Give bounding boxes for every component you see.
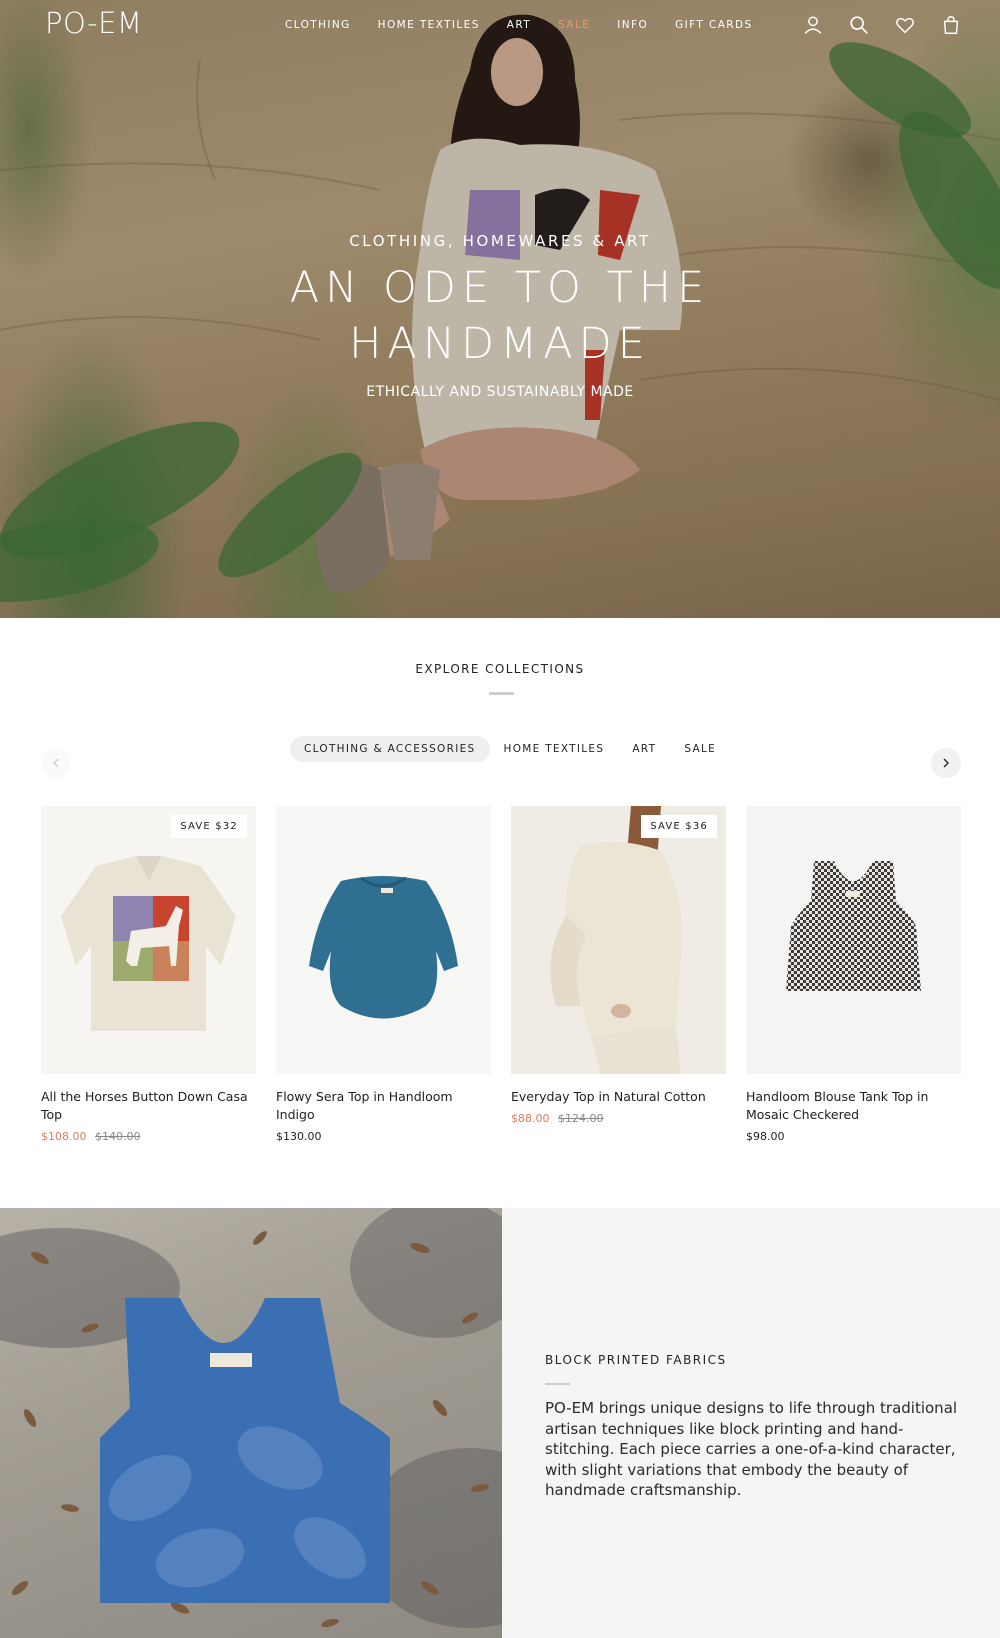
price-row: $108.00 $140.00 — [41, 1130, 256, 1143]
product-name[interactable]: All the Horses Button Down Casa Top — [41, 1088, 251, 1124]
chevron-left-icon — [53, 758, 59, 768]
explore-collections: EXPLORE COLLECTIONS CLOTHING & ACCESSORI… — [0, 618, 1000, 1208]
site-header: PO-EM CLOTHING HOME TEXTILES ART SALE IN… — [0, 0, 1000, 50]
feature-image — [0, 1208, 502, 1638]
product-carousel: SAVE $32 All the Horses Button Down Casa… — [41, 806, 981, 1143]
product-image[interactable] — [746, 806, 961, 1074]
hero-subtitle: ETHICALLY AND SUSTAINABLY MADE — [366, 384, 634, 400]
indigo-top-image — [276, 806, 491, 1074]
compare-price: $124.00 — [558, 1112, 604, 1125]
product-card[interactable]: Handloom Blouse Tank Top in Mosaic Check… — [746, 806, 961, 1143]
save-badge: SAVE $32 — [171, 815, 247, 838]
product-card[interactable]: SAVE $32 All the Horses Button Down Casa… — [41, 806, 256, 1143]
hero-title-line-1: AN ODE TO THE — [289, 263, 711, 313]
feature-block-printed: BLOCK PRINTED FABRICS PO-EM brings uniqu… — [0, 1208, 1000, 1638]
price: $130.00 — [276, 1130, 322, 1143]
account-icon[interactable] — [802, 14, 824, 36]
header-icons — [778, 14, 962, 36]
cart-icon[interactable] — [940, 14, 962, 36]
feature-eyebrow: BLOCK PRINTED FABRICS — [545, 1353, 727, 1367]
site-logo[interactable]: PO-EM — [45, 6, 142, 40]
price-row: $98.00 — [746, 1130, 961, 1143]
main-nav: CLOTHING HOME TEXTILES ART SALE INFO GIF… — [285, 19, 780, 31]
feature-text-panel: BLOCK PRINTED FABRICS PO-EM brings uniqu… — [502, 1208, 1000, 1638]
section-title: EXPLORE COLLECTIONS — [415, 662, 585, 676]
carousel-prev-button[interactable] — [41, 748, 71, 778]
hero-eyebrow: CLOTHING, HOMEWARES & ART — [349, 232, 651, 250]
tab-art[interactable]: ART — [618, 736, 670, 762]
sale-price: $88.00 — [511, 1112, 550, 1125]
natural-cotton-top-image — [511, 806, 726, 1074]
nav-item-clothing[interactable]: CLOTHING — [285, 19, 351, 31]
product-image[interactable]: SAVE $32 — [41, 806, 256, 1074]
product-name[interactable]: Handloom Blouse Tank Top in Mosaic Check… — [746, 1088, 956, 1124]
carousel-next-button[interactable] — [931, 748, 961, 778]
price-row: $88.00 $124.00 — [511, 1112, 726, 1125]
sale-price: $108.00 — [41, 1130, 87, 1143]
product-name[interactable]: Flowy Sera Top in Handloom Indigo — [276, 1088, 486, 1124]
search-icon[interactable] — [848, 14, 870, 36]
save-badge: SAVE $36 — [641, 815, 717, 838]
title-divider — [489, 692, 514, 695]
feature-description: PO-EM brings unique designs to life thro… — [545, 1399, 958, 1499]
hero-text: CLOTHING, HOMEWARES & ART AN ODE TO THE … — [0, 232, 1000, 400]
feature-divider — [545, 1383, 570, 1385]
tab-clothing-accessories[interactable]: CLOTHING & ACCESSORIES — [290, 736, 490, 762]
product-card[interactable]: SAVE $36 Everyday Top in Natural Cotton … — [511, 806, 726, 1143]
product-image[interactable]: SAVE $36 — [511, 806, 726, 1074]
nav-item-info[interactable]: INFO — [617, 19, 648, 31]
tab-home-textiles[interactable]: HOME TEXTILES — [490, 736, 619, 762]
chevron-right-icon — [943, 758, 949, 768]
product-card[interactable]: Flowy Sera Top in Handloom Indigo $130.0… — [276, 806, 491, 1143]
compare-price: $140.00 — [95, 1130, 141, 1143]
price: $98.00 — [746, 1130, 785, 1143]
garment-tag — [210, 1353, 252, 1367]
hero-title-line-2: HANDMADE — [349, 319, 651, 369]
nav-item-gift-cards[interactable]: GIFT CARDS — [675, 19, 752, 31]
nav-item-art[interactable]: ART — [507, 19, 531, 31]
tab-sale[interactable]: SALE — [670, 736, 730, 762]
heart-icon[interactable] — [894, 14, 916, 36]
hero-title: AN ODE TO THE HANDMADE — [0, 260, 1000, 372]
price-row: $130.00 — [276, 1130, 491, 1143]
checkered-tank-image — [746, 806, 961, 1074]
product-image[interactable] — [276, 806, 491, 1074]
block-printed-top-photo — [0, 1208, 502, 1628]
hero-banner: PO-EM CLOTHING HOME TEXTILES ART SALE IN… — [0, 0, 1000, 618]
collection-tabs: CLOTHING & ACCESSORIES HOME TEXTILES ART… — [290, 736, 730, 762]
product-name[interactable]: Everyday Top in Natural Cotton — [511, 1088, 721, 1106]
nav-item-home-textiles[interactable]: HOME TEXTILES — [378, 19, 480, 31]
nav-item-sale[interactable]: SALE — [558, 19, 590, 31]
horse-shirt-image — [41, 806, 256, 1074]
